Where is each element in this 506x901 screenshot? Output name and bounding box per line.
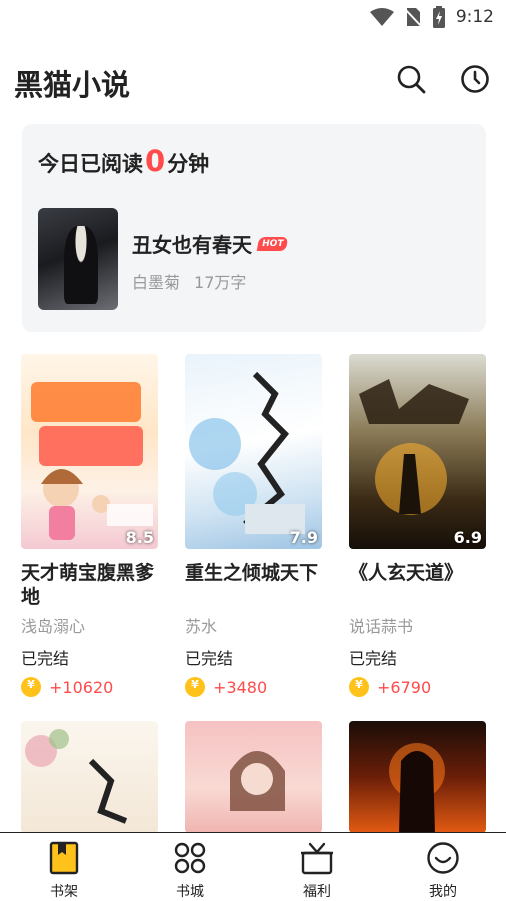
- tab-label: 书城: [176, 884, 204, 900]
- wifi-icon: [369, 8, 394, 26]
- book-coins: +6790: [349, 677, 486, 697]
- recent-book-words: 17万字: [194, 273, 247, 292]
- book-score: 8.5: [125, 528, 154, 547]
- recent-book-title[interactable]: 丑女也有春天 HOT: [132, 229, 289, 258]
- book-status: 已完结: [349, 649, 398, 668]
- battery-charging-icon: [432, 6, 445, 28]
- search-icon: [397, 65, 426, 94]
- book-author: 浅岛溺心: [21, 617, 86, 636]
- book-cover[interactable]: [185, 721, 322, 833]
- cover-art: [359, 379, 469, 515]
- cover-art: [64, 226, 98, 304]
- app-title: 黑猫小说: [14, 68, 131, 102]
- tab-bookshelf[interactable]: 书架: [24, 841, 104, 901]
- coin-icon: [21, 677, 41, 697]
- book-status: 已完结: [21, 649, 70, 668]
- book-status: 已完结: [185, 649, 234, 668]
- no-sim-icon: [404, 8, 422, 27]
- book-title[interactable]: 《人玄天道》: [349, 561, 486, 609]
- book-coins: +3480: [185, 677, 322, 697]
- book-cover[interactable]: 6.9: [349, 354, 486, 549]
- book-coins: +10620: [21, 677, 158, 697]
- history-button[interactable]: [458, 62, 492, 96]
- coin-icon: [185, 677, 205, 697]
- status-time: 9:12: [455, 7, 494, 27]
- book-card[interactable]: 6.9 《人玄天道》 说话蒜书 已完结 +6790: [349, 354, 486, 697]
- bottom-tab-bar: 书架 书城 福利 我的: [0, 832, 506, 900]
- book-score: 7.9: [289, 528, 318, 547]
- cover-art: [230, 751, 285, 811]
- bookshelf-icon: [49, 841, 79, 875]
- recent-book-meta: 白墨菊 17万字: [132, 269, 246, 293]
- reading-prefix: 今日已阅读: [38, 152, 143, 176]
- book-cover[interactable]: [349, 721, 486, 833]
- book-coins-value: +6790: [377, 677, 432, 697]
- book-cover[interactable]: 7.9: [185, 354, 322, 549]
- reading-minutes: 0: [145, 144, 166, 178]
- profile-icon: [427, 842, 459, 874]
- status-bar: 9:12: [0, 0, 506, 34]
- gift-icon: [301, 842, 333, 875]
- book-score: 6.9: [453, 528, 482, 547]
- book-cover[interactable]: 8.5: [21, 354, 158, 549]
- reading-card: 今日已阅读 0 分钟 丑女也有春天 HOT 白墨菊 17万字: [22, 124, 486, 332]
- cover-art: [31, 382, 153, 540]
- book-author: 苏水: [185, 617, 218, 636]
- cover-art: [389, 743, 445, 833]
- tab-label: 书架: [50, 884, 78, 900]
- tab-welfare[interactable]: 福利: [277, 841, 357, 901]
- bookstore-icon: [174, 842, 206, 874]
- recent-book-title-text: 丑女也有春天: [132, 233, 252, 257]
- book-title[interactable]: 天才萌宝腹黑爹地: [21, 561, 158, 609]
- book-coins-value: +3480: [213, 677, 268, 697]
- coin-icon: [349, 677, 369, 697]
- recent-book-author: 白墨菊: [132, 273, 181, 292]
- book-coins-value: +10620: [49, 677, 114, 697]
- book-title[interactable]: 重生之倾城天下: [185, 561, 322, 609]
- tab-label: 福利: [303, 884, 331, 900]
- reading-time-stat: 今日已阅读 0 分钟: [38, 144, 209, 178]
- tab-bookstore[interactable]: 书城: [150, 841, 230, 901]
- status-icons: 9:12: [369, 6, 494, 28]
- book-cover[interactable]: [21, 721, 158, 833]
- book-card[interactable]: 7.9 重生之倾城天下 苏水 已完结 +3480: [185, 354, 322, 697]
- tab-mine[interactable]: 我的: [403, 841, 483, 901]
- book-author: 说话蒜书: [349, 617, 414, 636]
- recent-book-cover[interactable]: [38, 208, 118, 310]
- reading-suffix: 分钟: [167, 152, 210, 176]
- cover-art: [25, 729, 128, 824]
- search-button[interactable]: [394, 62, 428, 96]
- app-header: 黑猫小说: [0, 50, 506, 110]
- hot-badge: HOT: [256, 236, 289, 251]
- cover-art: [189, 371, 305, 534]
- clock-icon: [461, 65, 489, 93]
- tab-label: 我的: [429, 884, 457, 900]
- book-card[interactable]: 8.5 天才萌宝腹黑爹地 浅岛溺心 已完结 +10620: [21, 354, 158, 697]
